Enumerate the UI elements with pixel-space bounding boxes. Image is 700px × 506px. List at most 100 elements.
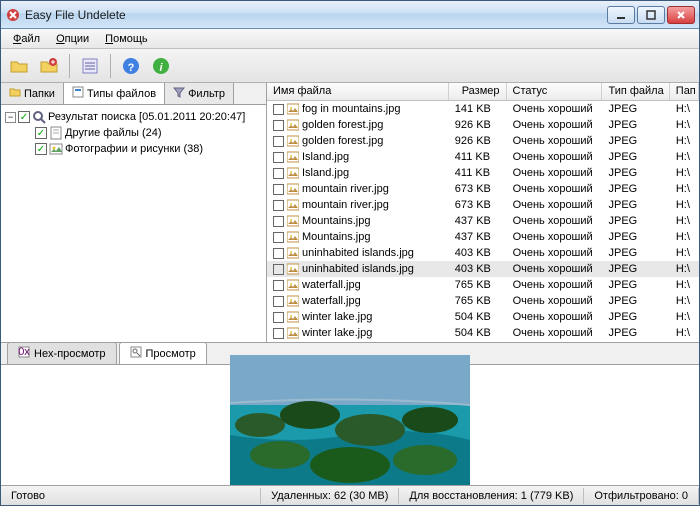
file-checkbox[interactable]: [273, 120, 284, 131]
file-row[interactable]: waterfall.jpg765 KBОчень хорошийJPEGH:\: [267, 277, 699, 293]
file-row[interactable]: Апсалют_копия.jpg1 721 KBОчень хорошийJP…: [267, 341, 699, 342]
tree-child[interactable]: Другие файлы (24): [5, 125, 262, 141]
file-name: golden forest.jpg: [302, 119, 383, 131]
file-checkbox[interactable]: [273, 104, 284, 115]
file-row[interactable]: fog in mountains.jpg141 KBОчень хорошийJ…: [267, 101, 699, 117]
menu-help[interactable]: Помощь: [97, 31, 156, 47]
file-name: uninhabited islands.jpg: [302, 247, 414, 259]
tree-view[interactable]: − Результат поиска [05.01.2011 20:20:47]…: [1, 105, 266, 342]
tree-child[interactable]: Фотографии и рисунки (38): [5, 141, 262, 157]
file-row[interactable]: Island.jpg411 KBОчень хорошийJPEGH:\: [267, 149, 699, 165]
left-tab-0[interactable]: Папки: [1, 83, 64, 104]
file-checkbox[interactable]: [273, 296, 284, 307]
collapse-icon[interactable]: −: [5, 112, 16, 123]
toolbar-settings-button[interactable]: [78, 54, 102, 78]
file-status: Очень хороший: [507, 311, 603, 323]
toolbar-recover-button[interactable]: [37, 54, 61, 78]
column-header[interactable]: Пап: [670, 83, 699, 100]
column-header[interactable]: Размер: [449, 83, 507, 100]
file-status: Очень хороший: [507, 279, 603, 291]
toolbar-separator: [69, 54, 70, 78]
file-path: H:\: [670, 215, 699, 227]
file-checkbox[interactable]: [273, 248, 284, 259]
file-row[interactable]: uninhabited islands.jpg 403 KBОчень хорош…: [267, 245, 699, 261]
column-header[interactable]: Тип файла: [602, 83, 669, 100]
file-checkbox[interactable]: [273, 216, 284, 227]
file-checkbox[interactable]: [273, 184, 284, 195]
tab-label: Hex-просмотр: [34, 348, 106, 360]
file-checkbox[interactable]: [273, 264, 284, 275]
file-status: Очень хороший: [507, 183, 603, 195]
file-name: mountain river.jpg: [302, 183, 389, 195]
jpeg-icon: [287, 199, 299, 211]
file-name: uninhabited islands.jpg: [302, 263, 414, 275]
file-name: Mountains.jpg: [302, 215, 371, 227]
file-name: Island.jpg: [302, 151, 349, 163]
file-size: 411 KB: [449, 151, 507, 163]
file-checkbox[interactable]: [273, 200, 284, 211]
file-path: H:\: [670, 135, 699, 147]
file-checkbox[interactable]: [273, 312, 284, 323]
file-type: JPEG: [603, 279, 670, 291]
file-checkbox[interactable]: [273, 232, 284, 243]
file-path: H:\: [670, 327, 699, 339]
left-tab-2[interactable]: Фильтр: [165, 83, 234, 104]
left-pane: ПапкиТипы файлов Фильтр − Результат поиск…: [1, 83, 267, 342]
file-path: H:\: [670, 151, 699, 163]
file-row[interactable]: mountain river.jpg673 KBОчень хорошийJPE…: [267, 181, 699, 197]
file-type: JPEG: [603, 311, 670, 323]
file-name: Mountains.jpg: [302, 231, 371, 243]
left-tab-1[interactable]: Типы файлов: [64, 83, 165, 104]
close-button[interactable]: [667, 6, 695, 24]
file-status: Очень хороший: [507, 247, 603, 259]
file-type: JPEG: [603, 199, 670, 211]
jpeg-icon: [287, 119, 299, 131]
file-row[interactable]: Mountains.jpg437 KBОчень хорошийJPEGH:\: [267, 213, 699, 229]
tree-checkbox[interactable]: [18, 111, 30, 123]
tree-label: Другие файлы (24): [65, 127, 162, 139]
file-path: H:\: [670, 247, 699, 259]
file-name: waterfall.jpg: [302, 295, 361, 307]
file-size: 437 KB: [449, 215, 507, 227]
file-row[interactable]: mountain river.jpg673 KBОчень хорошийJPE…: [267, 197, 699, 213]
toolbar-help-button[interactable]: ?: [119, 54, 143, 78]
file-type: JPEG: [603, 231, 670, 243]
file-checkbox[interactable]: [273, 168, 284, 179]
statusbar: Готово Удаленных: 62 (30 MB) Для восстан…: [1, 485, 699, 505]
file-row[interactable]: winter lake.jpg504 KBОчень хорошийJPEGH:…: [267, 325, 699, 341]
menu-file[interactable]: Файл: [5, 31, 48, 47]
file-row[interactable]: uninhabited islands.jpg403 KBОчень хорош…: [267, 261, 699, 277]
column-header[interactable]: Имя файла: [267, 83, 449, 100]
file-row[interactable]: waterfall.jpg765 KBОчень хорошийJPEGH:\: [267, 293, 699, 309]
file-list[interactable]: fog in mountains.jpg141 KBОчень хорошийJ…: [267, 101, 699, 342]
tab-label: Фильтр: [188, 88, 225, 100]
column-header[interactable]: Статус: [507, 83, 603, 100]
preview-tab-0[interactable]: 0xHex-просмотр: [7, 342, 117, 364]
file-row[interactable]: Island.jpg411 KBОчень хорошийJPEGH:\: [267, 165, 699, 181]
maximize-button[interactable]: [637, 6, 665, 24]
file-checkbox[interactable]: [273, 136, 284, 147]
file-row[interactable]: golden forest.jpg926 KBОчень хорошийJPEG…: [267, 117, 699, 133]
file-size: 403 KB: [449, 247, 507, 259]
titlebar[interactable]: Easy File Undelete: [1, 1, 699, 29]
tree-root[interactable]: − Результат поиска [05.01.2011 20:20:47]: [5, 109, 262, 125]
toolbar-open-button[interactable]: [7, 54, 31, 78]
minimize-button[interactable]: [607, 6, 635, 24]
file-checkbox[interactable]: [273, 280, 284, 291]
file-type: JPEG: [603, 103, 670, 115]
file-status: Очень хороший: [507, 103, 603, 115]
preview-tab-1[interactable]: Просмотр: [119, 342, 207, 364]
file-row[interactable]: golden forest.jpg926 KBОчень хорошийJPEG…: [267, 133, 699, 149]
file-checkbox[interactable]: [273, 152, 284, 163]
file-checkbox[interactable]: [273, 328, 284, 339]
tree-label: Фотографии и рисунки (38): [65, 143, 203, 155]
tree-checkbox[interactable]: [35, 143, 47, 155]
file-size: 411 KB: [449, 167, 507, 179]
toolbar-info-button[interactable]: i: [149, 54, 173, 78]
file-path: H:\: [670, 231, 699, 243]
tree-checkbox[interactable]: [35, 127, 47, 139]
file-row[interactable]: Mountains.jpg437 KBОчень хорошийJPEGH:\: [267, 229, 699, 245]
file-row[interactable]: winter lake.jpg504 KBОчень хорошийJPEGH:…: [267, 309, 699, 325]
menu-options[interactable]: Опции: [48, 31, 97, 47]
file-path: H:\: [670, 103, 699, 115]
